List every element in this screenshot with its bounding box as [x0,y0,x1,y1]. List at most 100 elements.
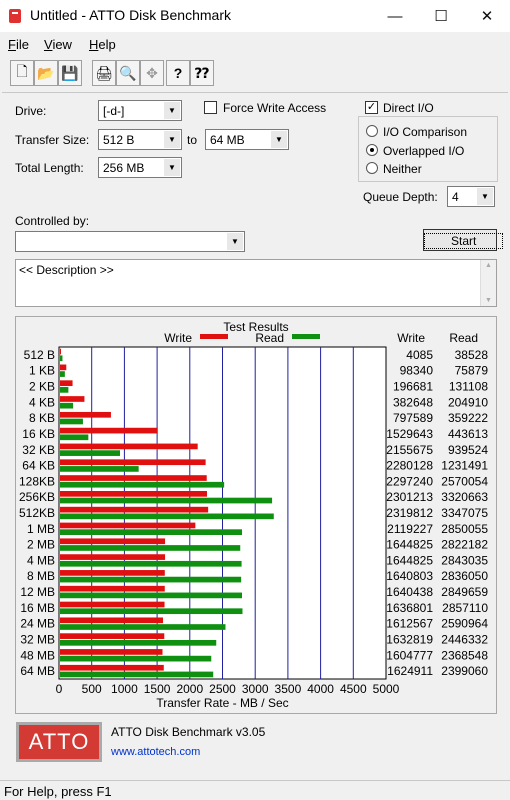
results-chart: Test ResultsWrite Read Write Read0 500 1000 15… [19,320,489,710]
read-value: 2570054 [441,474,488,488]
open-button[interactable]: 📂 [34,60,58,86]
description-field[interactable]: << Description >> ▲ ▼ [15,259,497,307]
move-button[interactable]: ✥ [140,60,164,86]
write-bar [60,411,111,418]
title-bar[interactable]: Untitled - ATTO Disk Benchmark — ☐ ✕ [0,0,510,32]
description-scrollbar[interactable]: ▲ ▼ [480,260,496,306]
help-icon: ? [173,65,183,81]
category-label: 48 MB [20,648,55,662]
minimize-button[interactable]: — [372,0,418,32]
chevron-down-icon: ▼ [164,102,180,119]
read-value: 443613 [448,427,488,441]
neither-label: Neither [383,162,422,176]
chevron-down-icon: ▼ [477,188,493,205]
write-value: 2301213 [386,490,433,504]
read-bar [60,481,225,488]
read-value: 2857110 [442,601,488,615]
new-button[interactable]: 🗋 [10,60,34,86]
read-value: 2368548 [441,648,488,662]
read-bar [60,497,273,504]
queue-depth-select[interactable]: 4 ▼ [447,186,495,207]
website-link[interactable]: www.attotech.com [111,746,200,758]
print-button[interactable]: 🖨 [92,60,116,86]
category-label: 512 B [24,348,55,362]
x-tick-label: 5000 [373,682,400,696]
category-label: 256KB [19,490,55,504]
drive-select[interactable]: [-d-] ▼ [98,100,182,121]
category-label: 2 KB [29,380,55,394]
read-value: 1231491 [441,459,488,473]
write-bar [60,459,206,466]
close-button[interactable]: ✕ [464,0,510,32]
context-help-button[interactable]: ⁇ [190,60,214,86]
write-value: 1640803 [386,569,433,583]
start-button[interactable]: Start [423,229,504,251]
category-label: 8 MB [27,569,55,583]
category-label: 12 MB [20,585,55,599]
read-bar [60,560,242,567]
version-label: ATTO Disk Benchmark v3.05 [111,725,266,739]
print-icon: 🖨 [95,64,113,81]
read-bar [60,466,139,472]
write-value: 1529643 [386,427,433,441]
read-bar [60,387,69,393]
transfer-from-value: 512 B [103,133,135,147]
start-button-label: Start [424,233,504,249]
print-preview-button[interactable]: 🔍 [116,60,140,86]
read-value: 2849659 [441,585,488,599]
to-label: to [187,133,198,147]
overlapped-io-radio[interactable] [366,144,378,156]
read-bar [60,624,226,630]
save-button[interactable]: 💾 [58,60,82,86]
menu-file[interactable]: File [8,37,29,52]
x-tick-label: 3500 [275,682,302,696]
category-label: 16 KB [22,427,55,441]
menu-help-label: Help [89,37,116,52]
menu-view[interactable]: View [44,37,72,52]
legend-write-label: Write [164,331,192,345]
force-write-checkbox[interactable] [204,101,217,114]
read-bar [60,545,241,551]
read-value: 939524 [448,443,488,457]
transfer-size-to-select[interactable]: 64 MB ▼ [205,129,289,150]
read-bar [60,418,83,425]
write-bar [60,538,166,545]
read-value: 2843035 [441,553,488,567]
chevron-down-icon: ▼ [164,131,180,148]
force-write-label: Force Write Access [223,101,327,115]
read-column-header: Read [449,331,478,345]
window-title: Untitled - ATTO Disk Benchmark [30,7,231,23]
menu-bar: File View Help [0,33,510,55]
menu-file-label: File [8,37,29,52]
x-tick-label: 2000 [176,682,203,696]
write-bar [60,522,196,529]
write-value: 1624911 [387,664,433,678]
read-value: 75879 [455,364,489,378]
read-bar [60,355,63,362]
new-file-icon: 🗋 [16,63,28,79]
status-bar: For Help, press F1 [0,780,510,800]
neither-radio[interactable] [366,162,378,174]
status-text: For Help, press F1 [4,784,112,799]
read-value: 2399060 [441,664,488,678]
help-button[interactable]: ? [166,60,190,86]
transfer-size-from-select[interactable]: 512 B ▼ [98,129,182,150]
write-bar [60,506,209,513]
write-value: 1644825 [386,538,433,552]
write-bar [60,617,163,624]
read-bar [60,371,65,377]
category-label: 64 MB [20,664,55,678]
save-icon: 💾 [61,64,79,81]
write-column-header: Write [397,331,425,345]
total-length-select[interactable]: 256 MB ▼ [98,157,182,178]
category-label: 128KB [19,474,55,488]
read-bar [60,592,242,599]
controlled-by-select[interactable]: ▼ [15,231,245,252]
direct-io-checkbox[interactable]: ✓ [365,101,378,114]
io-comparison-radio[interactable] [366,125,378,137]
read-bar [60,434,89,441]
category-label: 8 KB [29,411,55,425]
write-value: 797589 [393,411,433,425]
maximize-button[interactable]: ☐ [418,0,464,32]
menu-help[interactable]: Help [89,37,116,52]
